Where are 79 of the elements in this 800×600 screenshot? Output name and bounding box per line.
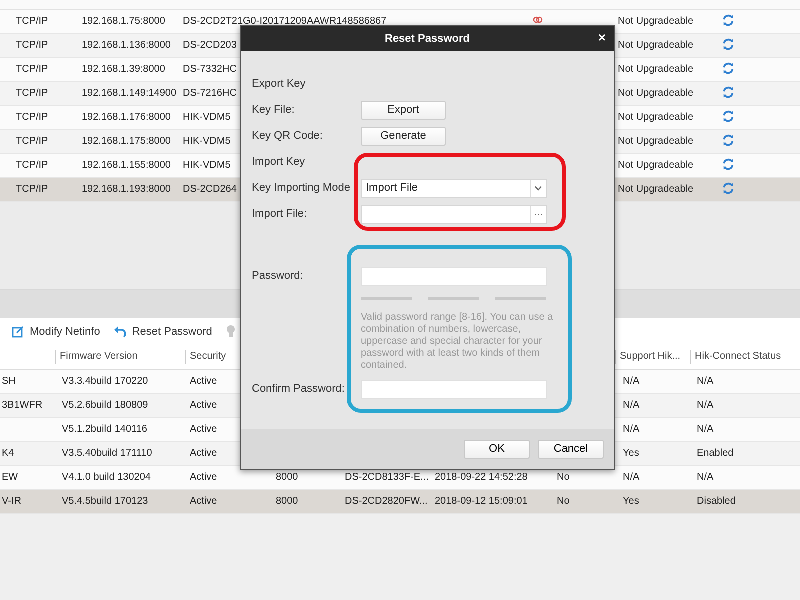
table-cell-text: N/A — [622, 472, 641, 483]
table-cell-text: TCP/IP — [15, 160, 50, 171]
table-cell-text: V3.5.40build 171110 — [61, 448, 154, 459]
table-cell-text: TCP/IP — [15, 16, 50, 27]
table-cell: DS-7332HC — [183, 64, 237, 75]
table-cell: DS-2CD203 — [183, 40, 237, 51]
table-cell-text: Active — [189, 400, 218, 411]
table-cell-text: TCP/IP — [15, 184, 50, 195]
table-cell-text: Enabled — [696, 448, 735, 459]
table-cell: HIK-VDM5 — [183, 112, 231, 123]
table-cell-text: 192.168.1.176:8000 — [81, 112, 172, 123]
table-cell-text: N/A — [696, 376, 715, 387]
table-cell-text: 192.168.1.136:8000 — [81, 40, 172, 51]
table-cell-text: N/A — [622, 400, 641, 411]
table-cell-text: TCP/IP — [15, 88, 50, 99]
field-label: Key QR Code: — [252, 130, 324, 142]
table-cell-text: N/A — [696, 472, 715, 483]
table-cell-text: Not Upgradeable — [617, 112, 695, 123]
table-cell: DS-7216HC — [183, 88, 237, 99]
table-cell-text: Disabled — [696, 496, 737, 507]
table-cell: HIK-VDM5 — [183, 136, 231, 147]
table-cell-text: V3.3.4build 170220 — [61, 376, 150, 387]
table-cell: DS-2CD264 — [183, 184, 237, 195]
field-label: Import File: — [252, 208, 308, 220]
table-cell-text: Not Upgradeable — [617, 160, 695, 171]
table-cell-text: V-IR — [1, 496, 22, 507]
table-cell-text: Active — [189, 376, 218, 387]
table-cell-text: TCP/IP — [15, 40, 50, 51]
table-cell-text: Not Upgradeable — [617, 16, 695, 27]
table-cell-text: V5.2.6build 180809 — [61, 400, 150, 411]
table-cell-text: N/A — [696, 424, 715, 435]
table-cell-text: 192.168.1.175:8000 — [81, 136, 172, 147]
table-cell-text: N/A — [696, 400, 715, 411]
table-cell-text: V5.1.2build 140116 — [61, 424, 148, 435]
password-hint: Valid password range [8-16]. You can use a combination of numbers, lowercase, uppercase and special character for your password with at least two kinds of them contained. — [361, 312, 554, 372]
table-cell-text: TCP/IP — [15, 64, 50, 75]
field-label: Key Importing Mode — [252, 182, 352, 194]
table-cell-text: Not Upgradeable — [617, 136, 695, 147]
dialog-title: Reset Password — [385, 32, 470, 44]
table-cell-text: V5.4.5build 170123 — [61, 496, 150, 507]
table-cell-text: EW — [1, 472, 20, 483]
table-cell: HIK-VDM5 — [183, 160, 231, 171]
table-cell-text: DS-2CD2820FW... — [344, 496, 429, 507]
table-cell-text: 8000 — [275, 472, 300, 483]
table-cell-text: 3B1WFR — [1, 400, 44, 411]
table-cell-text: Active — [189, 472, 218, 483]
table-cell-text: K4 — [1, 448, 16, 459]
table-cell-text: 192.168.1.149:14900 — [81, 88, 178, 99]
table-cell-text: Yes — [622, 448, 640, 459]
table-cell-text: No — [556, 472, 571, 483]
table-cell-text: 2018-09-22 14:52:28 — [434, 472, 529, 483]
table-cell-text: 192.168.1.155:8000 — [81, 160, 172, 171]
table-cell-text: Yes — [622, 496, 640, 507]
field-label: Key File: — [252, 104, 296, 116]
table-cell-text: TCP/IP — [15, 112, 50, 123]
table-cell-text: Not Upgradeable — [617, 40, 695, 51]
table-cell-text: 192.168.1.75:8000 — [81, 16, 166, 27]
table-cell-text: N/A — [622, 376, 641, 387]
table-cell-text: Not Upgradeable — [617, 184, 695, 195]
table-cell-text: 192.168.1.39:8000 — [81, 64, 166, 75]
section-heading: Export Key — [252, 78, 307, 90]
section-heading: Import Key — [252, 156, 306, 168]
table-cell-text: N/A — [622, 424, 641, 435]
table-cell-text: Not Upgradeable — [617, 64, 695, 75]
table-cell-text: Active — [189, 448, 218, 459]
table-cell-text: 2018-09-12 15:09:01 — [434, 496, 529, 507]
table-cell-text: TCP/IP — [15, 136, 50, 147]
table-cell-text: DS-2CD8133F-E... — [344, 472, 430, 483]
table-cell-text: 8000 — [275, 496, 300, 507]
field-label: Confirm Password: — [252, 383, 346, 395]
field-label: Password: — [252, 270, 304, 282]
table-cell: DS-2CD2T21G0-I20171209AAWR148586867 — [183, 16, 387, 27]
table-cell-text: No — [556, 496, 571, 507]
table-cell-text: Active — [189, 424, 218, 435]
table-cell-text: SH — [1, 376, 17, 387]
table-cell-text: V4.1.0 build 130204 — [61, 472, 152, 483]
table-cell-text: Active — [189, 496, 218, 507]
table-cell-text: 192.168.1.193:8000 — [81, 184, 172, 195]
table-cell-text: Not Upgradeable — [617, 88, 695, 99]
